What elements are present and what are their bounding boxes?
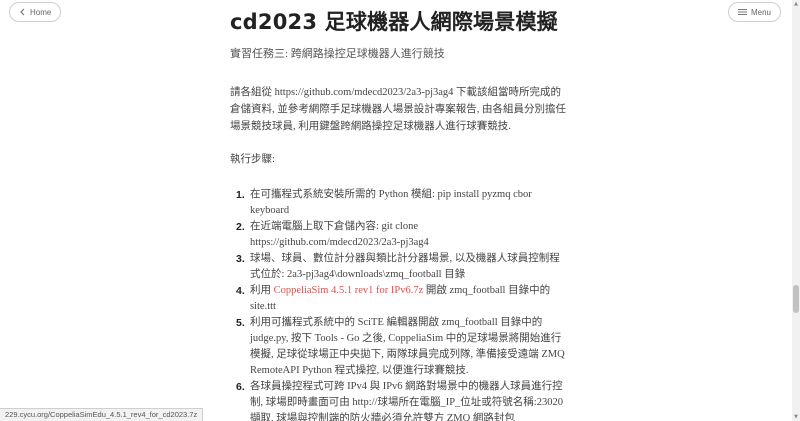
- step-number: 5.: [236, 317, 245, 329]
- step-text: 各球員操控程式可跨 IPv4 與 IPv6 網路對場景中的機器人球員進行控制, …: [250, 381, 563, 421]
- home-button[interactable]: Home: [9, 2, 62, 22]
- home-button-label: Home: [30, 7, 52, 17]
- step-item: 5. 利用可攜程式系統中的 SciTE 編輯器開啟 zmq_football 目…: [230, 315, 570, 379]
- link-preview-status-bar: 229.cycu.org/CoppeliaSimEdu_4.5.1_rev4_f…: [0, 408, 204, 421]
- step-text: 在近端電腦上取下倉儲內容: git clone https://github.c…: [250, 221, 429, 248]
- hamburger-icon: [737, 9, 747, 15]
- step-item: 2. 在近端電腦上取下倉儲內容: git clone https://githu…: [230, 219, 570, 251]
- step-item: 1. 在可攜程式系統安裝所需的 Python 模組: pip install p…: [230, 187, 570, 219]
- chevron-left-icon: [20, 8, 25, 16]
- page-subtitle: 實習任務三: 跨網路操控足球機器人進行競技: [230, 48, 445, 60]
- menu-button-label: Menu: [750, 7, 771, 17]
- step-item: 4. 利用 CoppeliaSim 4.5.1 rev1 for IPv6.7z…: [230, 283, 570, 315]
- step-text: 利用可攜程式系統中的 SciTE 編輯器開啟 zmq_football 目錄中的…: [250, 317, 565, 376]
- scroll-up-arrow-icon[interactable]: ▲: [792, 0, 800, 8]
- step-item: 6. 各球員操控程式可跨 IPv4 與 IPv6 網路對場景中的機器人球員進行控…: [230, 379, 570, 421]
- step-number: 6.: [236, 381, 245, 393]
- menu-button[interactable]: Menu: [727, 2, 781, 22]
- vertical-scrollbar[interactable]: ▲ ▼: [792, 0, 800, 421]
- step-text: 球場、球員、數位計分器與類比計分器場景, 以及機器人球員控制程式位於: 2a3-…: [250, 253, 560, 280]
- step-text: 在可攜程式系統安裝所需的 Python 模組: pip install pyzm…: [250, 189, 532, 216]
- steps-list: 1. 在可攜程式系統安裝所需的 Python 模組: pip install p…: [230, 187, 570, 421]
- step-text-prefix: 利用: [250, 285, 274, 296]
- steps-heading: 執行步驟:: [230, 154, 275, 165]
- page-title: cd2023 足球機器人網際場景模擬: [230, 10, 558, 34]
- intro-paragraph: 請各組從 https://github.com/mdecd2023/2a3-pj…: [230, 87, 566, 132]
- coppeliasim-download-link[interactable]: CoppeliaSim 4.5.1 rev1 for IPv6.7z: [274, 285, 424, 296]
- step-number: 1.: [236, 189, 245, 201]
- step-number: 2.: [236, 221, 245, 233]
- step-item: 3. 球場、球員、數位計分器與類比計分器場景, 以及機器人球員控制程式位於: 2…: [230, 251, 570, 283]
- scrollbar-thumb[interactable]: [793, 285, 799, 313]
- step-number: 4.: [236, 285, 245, 297]
- scroll-down-arrow-icon[interactable]: ▼: [792, 413, 800, 421]
- step-number: 3.: [236, 253, 245, 265]
